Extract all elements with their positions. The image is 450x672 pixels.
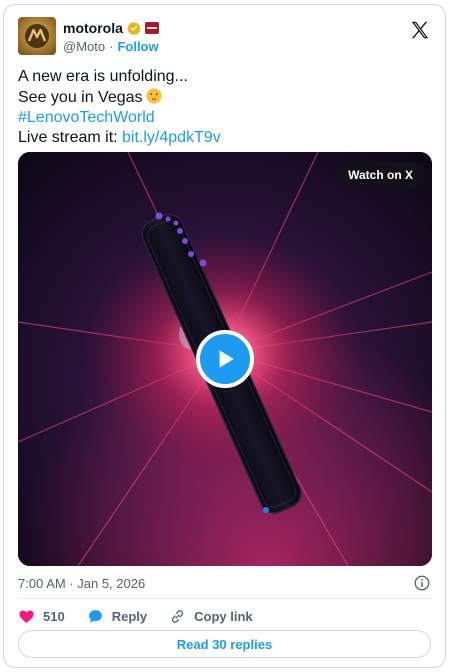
post-line-4: Live stream it: bit.ly/4pdkT9v [18, 128, 431, 148]
post-text: A new era is unfolding... See you in Veg… [18, 67, 431, 148]
user-info: motorola @Moto · Follow [63, 19, 159, 54]
like-action[interactable]: 510 [18, 608, 65, 625]
timestamp[interactable]: 7:00 AM · Jan 5, 2026 [18, 576, 145, 591]
post-header: motorola @Moto · Follow [18, 17, 431, 57]
link-icon [171, 609, 184, 623]
timestamp-row: 7:00 AM · Jan 5, 2026 [18, 573, 431, 593]
reply-bubble-icon [88, 609, 102, 623]
copy-link-action[interactable]: Copy link [169, 608, 253, 625]
reply-action[interactable]: Reply [87, 608, 147, 625]
post-line-1: A new era is unfolding... [18, 68, 188, 85]
live-stream-link[interactable]: bit.ly/4pdkT9v [122, 129, 221, 146]
video-player[interactable]: Watch on X [18, 152, 432, 566]
motorola-logo-icon [25, 24, 49, 48]
watch-on-x-button[interactable]: Watch on X [337, 162, 424, 188]
heart-icon [19, 609, 34, 623]
affiliate-flag-icon [144, 21, 159, 34]
play-button[interactable] [196, 330, 254, 388]
action-bar: 510 Reply Copy link [18, 605, 431, 627]
follow-button[interactable]: Follow [117, 39, 158, 54]
read-replies-button[interactable]: Read 30 replies [18, 630, 431, 658]
display-name[interactable]: motorola [63, 20, 123, 36]
post-line-2: See you in Vegas [18, 87, 431, 108]
x-logo-icon[interactable] [409, 19, 431, 41]
copy-link-label: Copy link [194, 608, 253, 624]
play-icon [219, 350, 234, 368]
separator-dot: · [109, 39, 114, 54]
post-card: motorola @Moto · Follow A new era is unf… [3, 4, 446, 668]
footer-divider [18, 598, 431, 599]
info-icon[interactable] [413, 574, 431, 592]
verified-badge-icon [127, 21, 141, 35]
hashtag-link[interactable]: #LenovoTechWorld [18, 108, 431, 128]
live-stream-prefix: Live stream it: [18, 129, 123, 146]
post-line-2-text: See you in Vegas [18, 89, 143, 106]
like-count: 510 [43, 608, 65, 624]
user-handle[interactable]: @Moto [63, 39, 105, 54]
avatar[interactable] [18, 17, 56, 55]
shushing-face-icon [145, 88, 162, 104]
reply-label: Reply [111, 608, 148, 624]
